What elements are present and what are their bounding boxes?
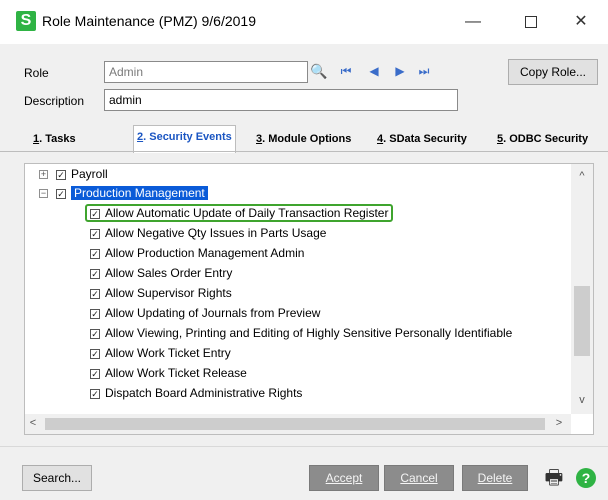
first-record-icon[interactable]: ⏮ <box>338 63 354 79</box>
title-bar: S Role Maintenance (PMZ) 9/6/2019 — ✕ <box>0 0 608 44</box>
list-item[interactable]: ✓ Dispatch Board Administrative Rights <box>90 384 302 403</box>
accept-button[interactable]: Accept <box>309 465 379 491</box>
last-record-icon[interactable]: ⏭ <box>416 63 432 79</box>
description-label: Description <box>24 94 85 108</box>
list-item[interactable]: ✓ Allow Supervisor Rights <box>90 284 232 303</box>
scroll-left-icon[interactable]: < <box>25 417 41 429</box>
tree-node-production-management[interactable]: − ✓ Production Management <box>39 184 208 203</box>
list-item[interactable]: ✓ Allow Negative Qty Issues in Parts Usag… <box>90 224 326 243</box>
checkbox[interactable]: ✓ <box>90 288 100 299</box>
search-button[interactable]: Search... <box>22 465 92 491</box>
checkbox[interactable]: ✓ <box>90 228 100 239</box>
sage-app-icon: S <box>16 11 36 31</box>
role-field[interactable]: Admin <box>104 61 308 83</box>
tab-module-options[interactable]: 3. Module Options <box>256 133 351 145</box>
lookup-icon[interactable]: 🔍 <box>310 63 327 79</box>
checkbox[interactable]: ✓ <box>56 188 66 199</box>
scroll-down-icon[interactable]: v <box>571 394 593 406</box>
horizontal-scrollbar[interactable]: < > <box>25 414 571 434</box>
security-events-tree[interactable]: + ✓ Payroll − ✓ Production Management ✓ Allow… <box>24 163 594 435</box>
vertical-scrollbar[interactable]: ^ v <box>571 164 593 414</box>
checkbox[interactable]: ✓ <box>90 328 100 339</box>
next-record-icon[interactable]: ▶ <box>392 63 408 79</box>
close-button[interactable]: ✕ <box>558 8 604 36</box>
scroll-up-icon[interactable]: ^ <box>571 170 593 182</box>
delete-button[interactable]: Delete <box>462 465 528 491</box>
checkbox[interactable]: ✓ <box>90 208 100 219</box>
previous-record-icon[interactable]: ◀ <box>366 63 382 79</box>
tab-tasks[interactable]: 1. Tasks <box>33 133 76 145</box>
description-field[interactable]: admin <box>104 89 458 111</box>
tree-node-payroll[interactable]: + ✓ Payroll <box>39 165 108 184</box>
list-item[interactable]: ✓ Allow Viewing, Printing and Editing of … <box>90 324 512 343</box>
checkbox[interactable]: ✓ <box>90 268 100 279</box>
tab-divider <box>0 151 608 152</box>
checkbox[interactable]: ✓ <box>90 348 100 359</box>
list-item[interactable]: ✓ Allow Work Ticket Release <box>90 364 247 383</box>
list-item[interactable]: ✓ Allow Updating of Journals from Preview <box>90 304 320 323</box>
collapse-icon[interactable]: − <box>39 189 48 199</box>
scroll-right-icon[interactable]: > <box>551 417 567 429</box>
help-icon[interactable]: ? <box>576 468 596 488</box>
checkbox[interactable]: ✓ <box>56 169 66 180</box>
tab-security-events[interactable]: 2. Security Events <box>133 125 236 153</box>
expand-icon[interactable]: + <box>39 170 48 180</box>
list-item[interactable]: ✓ Allow Work Ticket Entry <box>90 344 231 363</box>
checkbox[interactable]: ✓ <box>90 248 100 259</box>
tab-odbc-security[interactable]: 5. ODBC Security <box>497 133 588 145</box>
minimize-button[interactable]: — <box>450 8 496 36</box>
role-label: Role <box>24 66 49 80</box>
maximize-icon <box>525 15 537 28</box>
list-item[interactable]: ✓ Allow Automatic Update of Daily Transac… <box>84 204 394 223</box>
horizontal-scroll-thumb[interactable] <box>45 418 545 430</box>
checkbox[interactable]: ✓ <box>90 308 100 319</box>
window-title: Role Maintenance (PMZ) 9/6/2019 <box>42 13 256 29</box>
footer-divider <box>0 446 608 447</box>
tab-strip: 1. Tasks 2. Security Events 3. Module Op… <box>0 125 608 153</box>
list-item[interactable]: ✓ Allow Production Management Admin <box>90 244 304 263</box>
cancel-button[interactable]: Cancel <box>384 465 454 491</box>
list-item[interactable]: ✓ Allow Sales Order Entry <box>90 264 232 283</box>
copy-role-button[interactable]: Copy Role... <box>508 59 598 85</box>
maximize-button[interactable] <box>508 8 554 36</box>
checkbox[interactable]: ✓ <box>90 388 100 399</box>
checkbox[interactable]: ✓ <box>90 368 100 379</box>
tab-sdata-security[interactable]: 4. SData Security <box>377 133 467 145</box>
print-icon[interactable]: 🖶 <box>542 466 566 490</box>
vertical-scroll-thumb[interactable] <box>574 286 590 356</box>
